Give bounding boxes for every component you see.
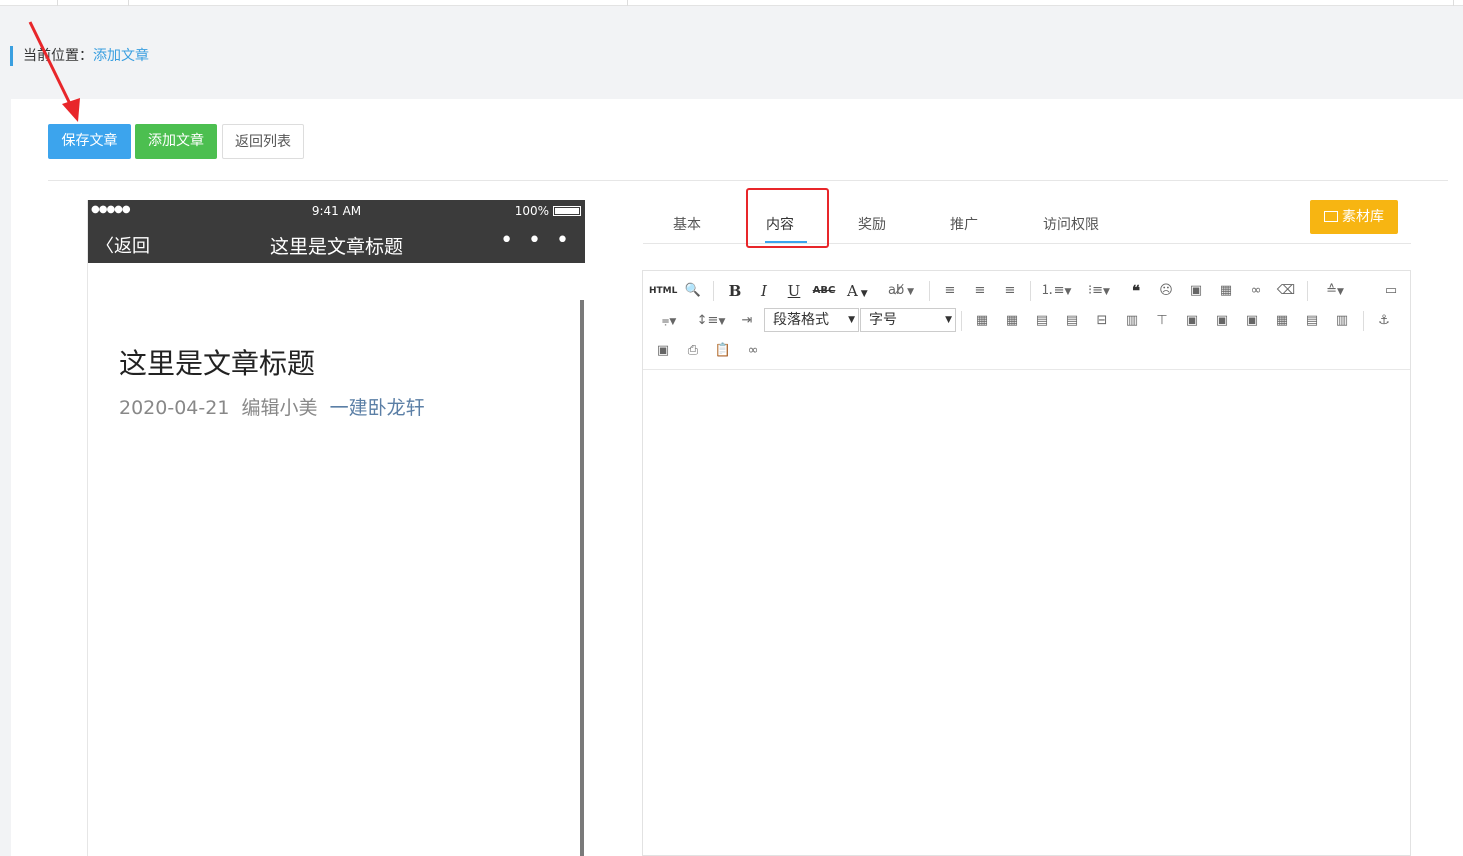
insert-column-icon[interactable]: ▥ — [1120, 310, 1144, 332]
line-height-icon[interactable]: ↕≡▼ — [693, 310, 729, 332]
font-size-select[interactable]: 字号 ▼ — [860, 308, 956, 332]
unlink-icon[interactable]: ∞ — [741, 340, 765, 362]
fullscreen-icon[interactable]: ▭ — [1379, 280, 1403, 302]
template-icon[interactable]: ▣ — [651, 340, 675, 362]
editor-toolbar: HTML 🔍 B I U ABC A ▼ ab̸ ▼ ≡ ≡ ≡ ⒈≡▼ ⁝≡▼… — [643, 271, 1410, 370]
top-bar-divider — [627, 0, 628, 6]
merge-cells-icon[interactable]: ▣ — [1180, 310, 1204, 332]
delete-table-icon[interactable]: ▦ — [1000, 310, 1024, 332]
paste-icon[interactable]: 📋 — [711, 340, 735, 362]
font-color-label: A — [847, 282, 858, 300]
toolbar-separator — [929, 281, 930, 301]
bold-button[interactable]: B — [723, 280, 747, 302]
more-icon: • • • — [500, 228, 573, 253]
paragraph-format-value: 段落格式 — [773, 312, 829, 328]
divider — [48, 180, 1448, 181]
highlight-color-icon[interactable]: ab̸ ▼ — [883, 280, 919, 302]
insert-row-icon[interactable]: ▤ — [1060, 310, 1084, 332]
toolbar-separator — [1030, 281, 1031, 301]
font-color-button[interactable]: A ▼ — [843, 280, 879, 302]
toolbar-separator — [1307, 281, 1308, 301]
battery-percent: 100% — [514, 204, 549, 218]
anchor-icon[interactable]: ⚓ — [1372, 310, 1396, 332]
delete-column-icon[interactable]: ⊤ — [1150, 310, 1174, 332]
unordered-list-icon[interactable]: ⁝≡▼ — [1081, 280, 1117, 302]
tab-basic[interactable]: 基本 — [673, 214, 701, 234]
add-article-button[interactable]: 添加文章 — [135, 124, 217, 159]
preview-icon[interactable]: 🔍 — [681, 280, 705, 302]
align-center-icon[interactable]: ≡ — [968, 280, 992, 302]
breadcrumb-prefix: 当前位置： — [23, 48, 93, 64]
article-editor: 编辑小美 — [241, 397, 318, 419]
phone-scrollbar[interactable] — [580, 300, 584, 856]
phone-nav-bar: 〈返回 这里是文章标题 • • • — [88, 222, 585, 263]
insert-table-icon[interactable]: ▦ — [970, 310, 994, 332]
article-meta: 2020-04-21 编辑小美 一建卧龙轩 — [119, 393, 425, 420]
emoji-icon[interactable]: ☹ — [1154, 280, 1178, 302]
article-title: 这里是文章标题 — [119, 347, 316, 380]
html-source-button[interactable]: HTML — [649, 280, 677, 302]
toolbar-separator — [713, 281, 714, 301]
font-size-value: 字号 — [869, 312, 897, 328]
save-article-button[interactable]: 保存文章 — [48, 124, 131, 159]
blockquote-icon[interactable]: ❝ — [1124, 280, 1148, 302]
top-bar-divider — [1453, 0, 1454, 6]
back-to-list-button[interactable]: 返回列表 — [222, 124, 304, 159]
indent-icon[interactable]: ⇥ — [735, 310, 759, 332]
breadcrumb-current[interactable]: 添加文章 — [93, 48, 149, 64]
merge-right-icon[interactable]: ▣ — [1210, 310, 1234, 332]
top-bar-divider — [128, 0, 129, 6]
material-library-label: 素材库 — [1342, 209, 1384, 225]
top-bar — [0, 0, 1463, 6]
strikethrough-button[interactable]: ABC — [812, 280, 836, 302]
tab-reward[interactable]: 奖励 — [858, 214, 886, 234]
tab-promotion[interactable]: 推广 — [950, 214, 978, 234]
chevron-down-icon: ▼ — [848, 315, 855, 325]
italic-button[interactable]: I — [752, 280, 776, 302]
paragraph-format-select[interactable]: 段落格式 ▼ — [764, 308, 859, 332]
chevron-down-icon: ▼ — [857, 289, 868, 299]
battery-icon — [553, 206, 581, 216]
toolbar-separator — [961, 311, 962, 331]
eraser-icon[interactable]: ⌫ — [1274, 280, 1298, 302]
top-bar-divider — [57, 0, 58, 6]
underline-button[interactable]: U — [782, 280, 806, 302]
material-library-button[interactable]: 素材库 — [1310, 200, 1398, 234]
breadcrumb: 当前位置：添加文章 — [10, 46, 149, 66]
link-icon[interactable]: ∞ — [1244, 280, 1268, 302]
merge-down-icon[interactable]: ▣ — [1240, 310, 1264, 332]
insert-image-icon[interactable]: ▣ — [1184, 280, 1208, 302]
rich-text-editor: HTML 🔍 B I U ABC A ▼ ab̸ ▼ ≡ ≡ ≡ ⒈≡▼ ⁝≡▼… — [642, 270, 1411, 856]
paragraph-spacing-icon[interactable]: ⩦▼ — [651, 310, 687, 332]
phone-time: 9:41 AM — [311, 204, 362, 218]
split-columns-icon[interactable]: ▥ — [1330, 310, 1354, 332]
split-cells-icon[interactable]: ▦ — [1270, 310, 1294, 332]
insert-video-icon[interactable]: ▦ — [1214, 280, 1238, 302]
split-rows-icon[interactable]: ▤ — [1300, 310, 1324, 332]
toolbar-separator — [1363, 311, 1364, 331]
delete-row-icon[interactable]: ⊟ — [1090, 310, 1114, 332]
article-author: 一建卧龙轩 — [329, 397, 425, 419]
phone-preview: ●●●●● 9:41 AM 100% 〈返回 这里是文章标题 • • • 这里是… — [87, 200, 585, 856]
insert-caption-icon[interactable]: ▤ — [1030, 310, 1054, 332]
phone-status-bar: ●●●●● 9:41 AM 100% — [88, 200, 585, 222]
image-icon — [1324, 211, 1338, 222]
chevron-down-icon: ▼ — [945, 315, 952, 325]
article-date: 2020-04-21 — [119, 397, 230, 419]
horizontal-rule-icon[interactable]: ≙▼ — [1317, 280, 1353, 302]
annotation-highlight-box — [746, 188, 829, 248]
editor-content-area[interactable] — [643, 371, 1410, 855]
align-left-icon[interactable]: ≡ — [938, 280, 962, 302]
align-right-icon[interactable]: ≡ — [998, 280, 1022, 302]
print-icon[interactable]: ⎙ — [681, 340, 705, 362]
tab-access[interactable]: 访问权限 — [1043, 214, 1099, 234]
ordered-list-icon[interactable]: ⒈≡▼ — [1038, 280, 1074, 302]
